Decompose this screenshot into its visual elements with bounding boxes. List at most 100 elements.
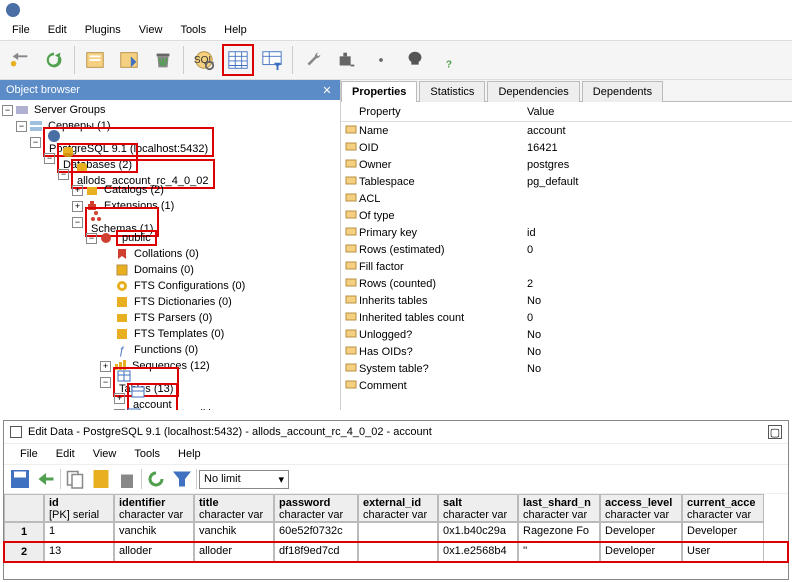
tree-ftsdict[interactable]: FTS Dictionaries (0) xyxy=(132,296,234,308)
collapse-icon[interactable]: − xyxy=(44,153,55,164)
connect-icon[interactable] xyxy=(4,44,36,76)
menu-view[interactable]: View xyxy=(131,22,171,38)
grid-header[interactable]: saltcharacter var xyxy=(438,494,518,522)
grid-cell[interactable]: User xyxy=(682,542,764,562)
paste-icon[interactable] xyxy=(89,467,113,491)
hint-icon[interactable] xyxy=(399,44,431,76)
drop-icon[interactable] xyxy=(113,44,145,76)
prop-name: Owner xyxy=(357,159,527,171)
row-number[interactable]: 1 xyxy=(4,522,44,542)
grid-cell[interactable]: 60e52f0732c xyxy=(274,522,358,542)
menu-file[interactable]: File xyxy=(4,22,38,38)
grid-header[interactable]: access_levelcharacter var xyxy=(600,494,682,522)
tree-account-editions[interactable]: account_editions xyxy=(144,408,231,410)
grid-cell[interactable]: Developer xyxy=(682,522,764,542)
grid-cell[interactable]: '' xyxy=(518,542,600,562)
tree-functions[interactable]: Functions (0) xyxy=(132,344,200,356)
tree-catalogs[interactable]: Catalogs (2) xyxy=(102,184,166,196)
expand-icon[interactable]: + xyxy=(72,185,83,196)
collapse-icon[interactable]: − xyxy=(16,121,27,132)
delete-icon[interactable] xyxy=(115,467,139,491)
sql-icon[interactable]: SQL xyxy=(188,44,220,76)
edit-title: Edit Data - PostgreSQL 9.1 (localhost:54… xyxy=(28,426,432,438)
edit-menu-tools[interactable]: Tools xyxy=(126,446,168,462)
grid-cell[interactable]: Ragezone Fo xyxy=(518,522,600,542)
menu-tools[interactable]: Tools xyxy=(172,22,214,38)
close-panel-icon[interactable]: ✕ xyxy=(320,83,334,97)
collapse-icon[interactable]: − xyxy=(2,105,13,116)
view-data-icon[interactable] xyxy=(222,44,254,76)
row-number[interactable]: 2 xyxy=(4,542,44,562)
expand-icon[interactable]: + xyxy=(100,361,111,372)
maintenance-icon[interactable] xyxy=(297,44,329,76)
object-tree[interactable]: −Server Groups −Серверы (1) −PostgreSQL … xyxy=(0,100,340,410)
grid-cell[interactable]: Developer xyxy=(600,522,682,542)
menu-edit[interactable]: Edit xyxy=(40,22,75,38)
grid-header[interactable]: current_accecharacter var xyxy=(682,494,764,522)
grid-cell[interactable]: vanchik xyxy=(194,522,274,542)
grid-header[interactable]: identifiercharacter var xyxy=(114,494,194,522)
grid-cell[interactable]: df18f9ed7cd xyxy=(274,542,358,562)
grid-header[interactable]: passwordcharacter var xyxy=(274,494,358,522)
trash-icon[interactable] xyxy=(147,44,179,76)
save-icon[interactable] xyxy=(8,467,32,491)
grid-cell[interactable]: alloder xyxy=(194,542,274,562)
tree-public[interactable]: public xyxy=(120,232,153,244)
data-grid[interactable]: id[PK] serialidentifiercharacter vartitl… xyxy=(4,494,788,562)
prop-header-name: Property xyxy=(357,106,527,118)
prop-name: Comment xyxy=(357,380,527,392)
filter-icon[interactable] xyxy=(170,467,194,491)
tree-collations[interactable]: Collations (0) xyxy=(132,248,201,260)
grid-header[interactable]: titlecharacter var xyxy=(194,494,274,522)
undo-icon[interactable] xyxy=(34,467,58,491)
edit-menu-file[interactable]: File xyxy=(12,446,46,462)
edit-menu-help[interactable]: Help xyxy=(170,446,209,462)
object-browser-header: Object browser ✕ xyxy=(0,80,340,100)
help-icon[interactable]: ? xyxy=(433,44,465,76)
tree-ftsconfig[interactable]: FTS Configurations (0) xyxy=(132,280,247,292)
tab-dependencies[interactable]: Dependencies xyxy=(487,81,579,102)
grid-cell[interactable]: vanchik xyxy=(114,522,194,542)
tab-properties[interactable]: Properties xyxy=(341,81,417,102)
collapse-icon[interactable]: − xyxy=(30,137,41,148)
tree-domains[interactable]: Domains (0) xyxy=(132,264,196,276)
tab-statistics[interactable]: Statistics xyxy=(419,81,485,102)
domains-icon xyxy=(115,263,129,277)
grid-cell[interactable]: alloder xyxy=(114,542,194,562)
refresh-icon[interactable] xyxy=(144,467,168,491)
tree-server-groups[interactable]: Server Groups xyxy=(32,104,108,116)
properties-icon[interactable] xyxy=(79,44,111,76)
expand-icon[interactable]: + xyxy=(114,393,125,404)
grid-cell[interactable]: 0x1.b40c29a xyxy=(438,522,518,542)
grid-cell[interactable]: 1 xyxy=(44,522,114,542)
plugin-icon[interactable] xyxy=(331,44,363,76)
grid-cell[interactable]: 0x1.e2568b4 xyxy=(438,542,518,562)
copy-icon[interactable] xyxy=(63,467,87,491)
menu-plugins[interactable]: Plugins xyxy=(77,22,129,38)
grid-header[interactable]: id[PK] serial xyxy=(44,494,114,522)
grid-cell[interactable]: 13 xyxy=(44,542,114,562)
tree-ftstemplates[interactable]: FTS Templates (0) xyxy=(132,328,226,340)
collapse-icon[interactable]: − xyxy=(58,169,69,180)
expand-icon[interactable]: + xyxy=(72,201,83,212)
menu-help[interactable]: Help xyxy=(216,22,255,38)
collapse-icon[interactable]: − xyxy=(72,217,83,228)
close-window-icon[interactable]: ▢ xyxy=(768,425,782,439)
tree-ftsparsers[interactable]: FTS Parsers (0) xyxy=(132,312,214,324)
limit-select[interactable]: No limit▾ xyxy=(199,470,289,489)
grid-cell[interactable]: Developer xyxy=(600,542,682,562)
grid-cell[interactable] xyxy=(358,522,438,542)
prop-name: Inherited tables count xyxy=(357,312,527,324)
grid-cell[interactable] xyxy=(358,542,438,562)
refresh-icon[interactable] xyxy=(38,44,70,76)
tab-dependents[interactable]: Dependents xyxy=(582,81,663,102)
grid-header[interactable]: external_idcharacter var xyxy=(358,494,438,522)
edit-menu-view[interactable]: View xyxy=(85,446,125,462)
collapse-icon[interactable]: − xyxy=(100,377,111,388)
expand-icon[interactable]: + xyxy=(114,409,125,411)
collapse-icon[interactable]: − xyxy=(86,233,97,244)
edit-menu-edit[interactable]: Edit xyxy=(48,446,83,462)
grid-header[interactable]: last_shard_ncharacter var xyxy=(518,494,600,522)
svg-text:SQL: SQL xyxy=(194,55,215,66)
filter-data-icon[interactable] xyxy=(256,44,288,76)
